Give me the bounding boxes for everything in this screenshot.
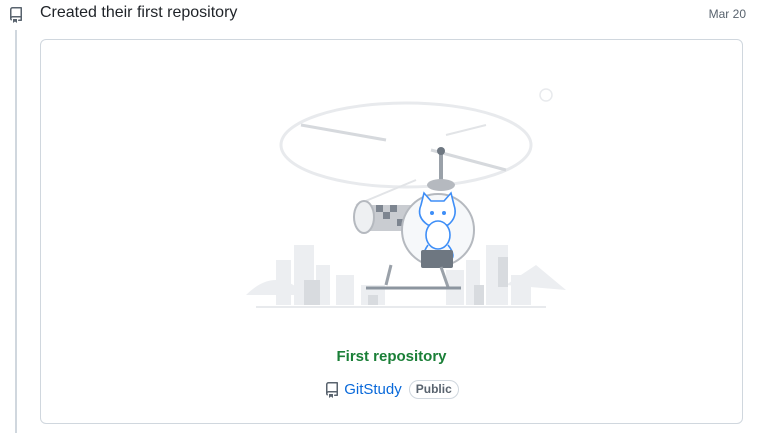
event-date[interactable]: Mar 20 bbox=[709, 7, 746, 21]
visibility-badge: Public bbox=[408, 380, 459, 399]
repo-line: GitStudy Public bbox=[41, 380, 742, 399]
card-heading: First repository bbox=[336, 348, 447, 365]
event-title: Created their first repository bbox=[40, 4, 238, 21]
first-repository-card: First repository GitStudy Public bbox=[40, 39, 743, 424]
timeline-line bbox=[15, 30, 17, 433]
repo-link[interactable]: GitStudy bbox=[344, 381, 402, 398]
repo-icon bbox=[4, 3, 28, 27]
octocat-helicopter-illustration bbox=[216, 85, 576, 315]
repo-icon bbox=[324, 381, 340, 398]
